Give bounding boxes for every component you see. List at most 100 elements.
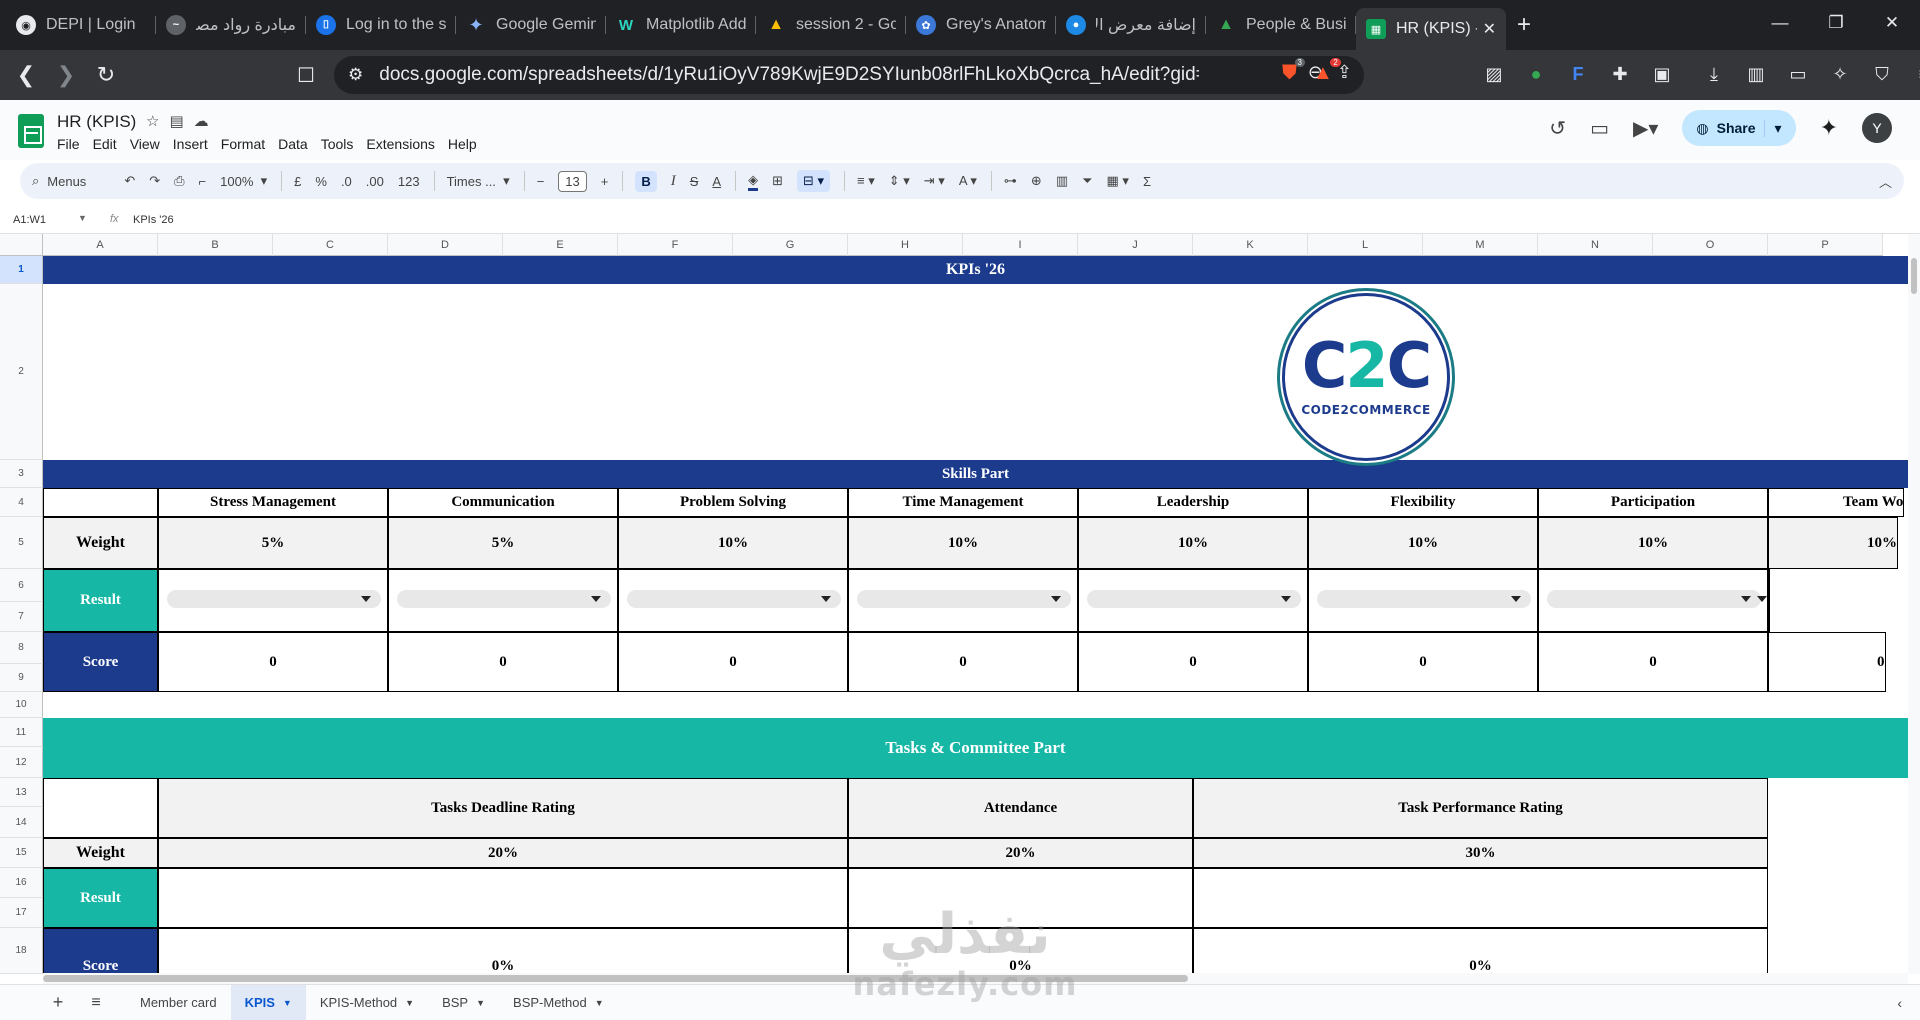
task-result-cell[interactable] (848, 868, 1193, 928)
bookmark-icon[interactable]: ☐ (286, 55, 326, 95)
row-header-7[interactable]: 7 (0, 602, 43, 632)
column-header-j[interactable]: J (1078, 234, 1193, 256)
skill-name-cell[interactable]: Team Wo (1768, 488, 1905, 517)
browser-tab-active[interactable]: ▦ HR (KPIS) - ✕ (1356, 8, 1506, 50)
result-dropdown[interactable] (167, 590, 381, 608)
meet-icon[interactable]: ▶▾ (1633, 116, 1658, 141)
merge-cells-icon[interactable]: ⊟ ▾ (796, 170, 831, 192)
search-menus[interactable]: ⌕ Menus (32, 173, 110, 189)
skills-corner-cell[interactable] (43, 488, 158, 517)
column-header-g[interactable]: G (733, 234, 848, 256)
skill-score-cell[interactable]: 0 (158, 632, 388, 692)
vertical-scrollbar[interactable] (1908, 234, 1920, 974)
skill-score-cell[interactable]: 0 (1078, 632, 1308, 692)
column-header-n[interactable]: N (1538, 234, 1653, 256)
menu-view[interactable]: View (130, 136, 160, 152)
skill-result-cell[interactable] (1078, 569, 1308, 632)
extension-green-icon[interactable]: ● (1522, 60, 1550, 88)
row-header-9[interactable]: 9 (0, 664, 43, 692)
row-header-16[interactable]: 16 (0, 868, 43, 898)
browser-tab[interactable]: ◉ DEPI | Login (6, 7, 156, 43)
rewards-icon[interactable]: ▲ 2 (1313, 58, 1341, 85)
undo-icon[interactable]: ↶ (124, 173, 135, 189)
task-score-cell[interactable]: 0% (848, 928, 1193, 974)
row-header-13[interactable]: 13 (0, 778, 43, 807)
spreadsheet-grid[interactable]: ABCDEFGHIJKLMNOP 1 2 3 4 5 6 7 8 9 10 11 12 13 14 15 16… (0, 234, 1908, 974)
avatar[interactable]: Y (1862, 113, 1892, 143)
insert-link-icon[interactable]: ⊶ (1004, 173, 1017, 189)
task-weight-cell[interactable]: 20% (848, 838, 1193, 868)
cloud-saved-icon[interactable]: ☁ (194, 112, 209, 130)
column-header-h[interactable]: H (848, 234, 963, 256)
chevron-down-icon[interactable]: ▼ (283, 998, 292, 1008)
decrease-decimal-button[interactable]: .0 (341, 174, 352, 189)
skill-name-cell[interactable]: Problem Solving (618, 488, 848, 517)
font-size-decrease-icon[interactable]: − (537, 174, 545, 189)
comments-icon[interactable]: ▭ (1590, 116, 1609, 141)
sheet-tab-member-card[interactable]: Member card (126, 985, 231, 1020)
menu-file[interactable]: File (57, 136, 80, 152)
skill-name-cell[interactable]: Leadership (1078, 488, 1308, 517)
menu-format[interactable]: Format (221, 136, 265, 152)
filter-views-icon[interactable]: ▦ ▾ (1107, 173, 1129, 189)
chevron-down-icon[interactable]: ▼ (595, 998, 604, 1008)
skill-result-cell[interactable] (848, 569, 1078, 632)
skill-score-cell[interactable]: 0 (1308, 632, 1538, 692)
share-button[interactable]: ◍ Share ▾ (1682, 110, 1796, 146)
tasks-result-label[interactable]: Result (43, 868, 158, 928)
percent-format-button[interactable]: % (315, 174, 327, 189)
skill-result-cell[interactable] (1308, 569, 1538, 632)
menu-extensions[interactable]: Extensions (366, 136, 434, 152)
browser-tab[interactable]: ✿ Grey's Anatomy (906, 7, 1056, 43)
horizontal-scrollbar[interactable] (43, 973, 1908, 984)
address-bar[interactable]: ⚙ docs.google.com/spreadsheets/d/1yRu1iO… (334, 56, 1364, 94)
row-header-2[interactable]: 2 (0, 284, 43, 460)
image-icon[interactable]: ▨ (1480, 60, 1508, 88)
row-header-10[interactable]: 10 (0, 692, 43, 718)
column-header-b[interactable]: B (158, 234, 273, 256)
menu-data[interactable]: Data (278, 136, 308, 152)
insert-chart-icon[interactable]: ▥ (1056, 173, 1068, 189)
skill-weight-cell[interactable]: 10% (1308, 517, 1538, 569)
share-dropdown-icon[interactable]: ▾ (1763, 119, 1782, 137)
sidebar-icon[interactable]: ▥ (1742, 60, 1770, 88)
kpi-title-banner[interactable]: KPIs '26 (43, 256, 1908, 284)
row-header-8[interactable]: 8 (0, 632, 43, 664)
brave-shield-icon[interactable]: ⛊ 3 (1282, 58, 1305, 85)
skills-part-header[interactable]: Skills Part (43, 460, 1908, 488)
skill-score-cell[interactable]: 0 (1538, 632, 1768, 692)
column-header-k[interactable]: K (1193, 234, 1308, 256)
tasks-weight-label[interactable]: Weight (43, 838, 158, 868)
column-header-d[interactable]: D (388, 234, 503, 256)
skills-score-label[interactable]: Score (43, 632, 158, 692)
paint-format-icon[interactable]: ⌐ (199, 174, 207, 189)
skill-score-cell[interactable]: 0 (388, 632, 618, 692)
add-sheet-icon[interactable]: + (38, 992, 78, 1013)
zoom-select[interactable]: 100% ▾ (220, 173, 267, 189)
chevron-down-icon[interactable]: ▼ (78, 213, 87, 223)
minimize-icon[interactable]: — (1752, 13, 1808, 33)
gemini-icon[interactable]: ✦ (1820, 115, 1838, 141)
menu-tools[interactable]: Tools (321, 136, 354, 152)
tasks-score-label[interactable]: Score (43, 928, 158, 974)
forward-icon[interactable]: ❯ (46, 55, 86, 95)
row-header-6[interactable]: 6 (0, 569, 43, 602)
task-result-cell[interactable] (158, 868, 848, 928)
filter-icon[interactable]: ⏷ (1082, 173, 1092, 189)
skill-weight-cell[interactable]: 10% (1768, 517, 1898, 569)
skill-name-cell[interactable]: Stress Management (158, 488, 388, 517)
move-folder-icon[interactable]: ▤ (169, 112, 183, 130)
task-score-cell[interactable]: 0% (158, 928, 848, 974)
row-header-4[interactable]: 4 (0, 488, 43, 517)
skill-result-cell[interactable] (1538, 569, 1768, 632)
leo-icon[interactable]: ✧ (1826, 60, 1854, 88)
row-header-5[interactable]: 5 (0, 517, 43, 569)
all-sheets-icon[interactable]: ≡ (78, 994, 114, 1012)
text-color-icon[interactable]: A (712, 174, 721, 189)
skill-weight-cell[interactable]: 10% (1078, 517, 1308, 569)
functions-icon[interactable]: Σ (1143, 174, 1151, 189)
menu-help[interactable]: Help (448, 136, 477, 152)
vpn-icon[interactable]: ⛉ (1868, 60, 1896, 88)
chevron-down-icon[interactable]: ▼ (405, 998, 414, 1008)
reload-icon[interactable]: ↻ (86, 55, 126, 95)
